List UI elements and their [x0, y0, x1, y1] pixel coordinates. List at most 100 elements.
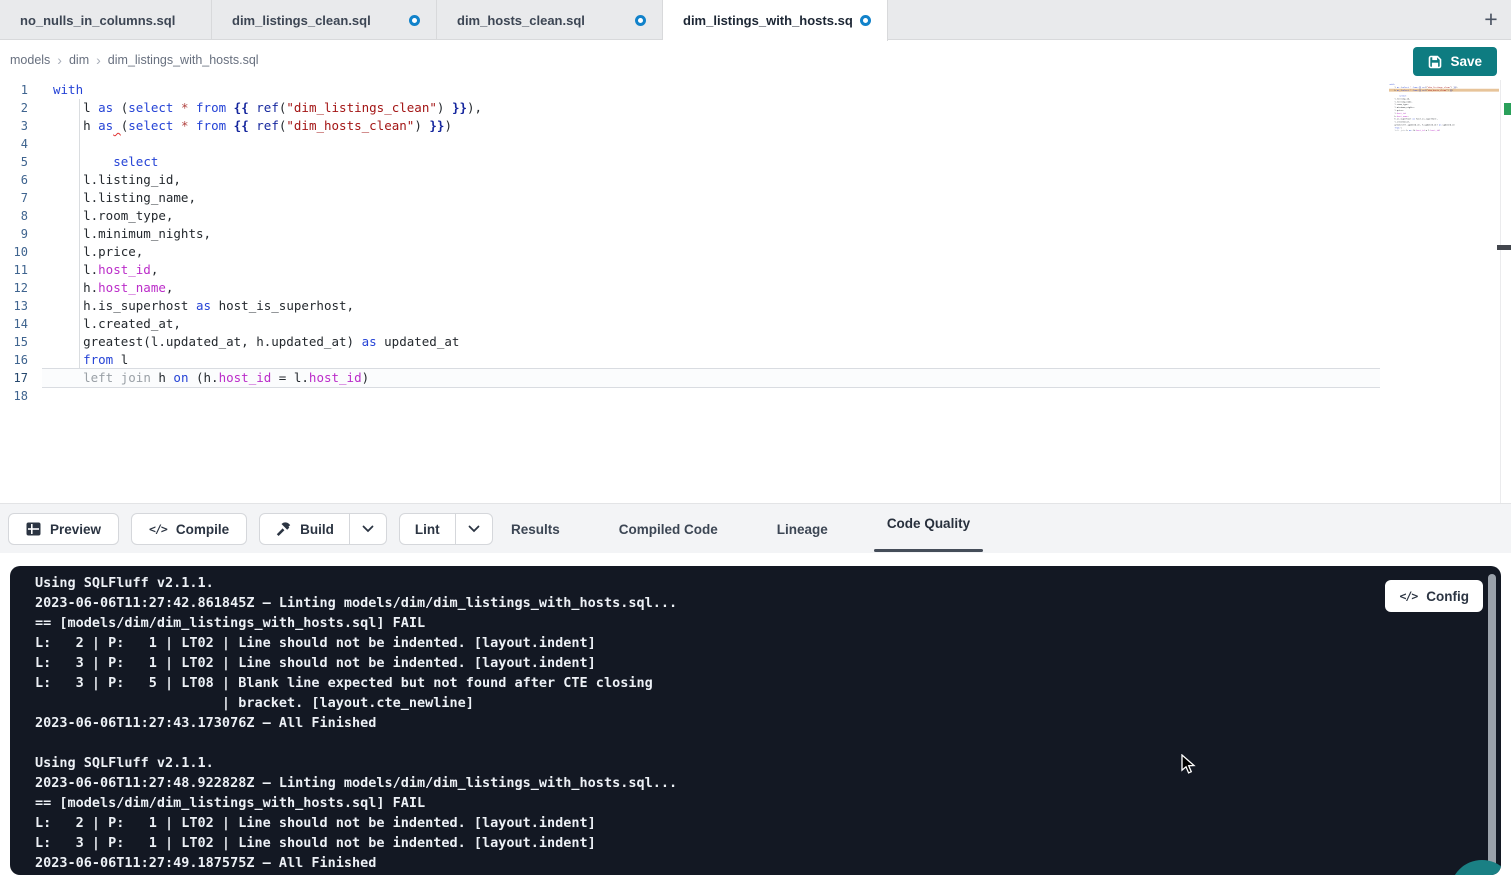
code-line: h.is_superhost as host_is_superhost,: [42, 297, 1380, 315]
breadcrumb-item[interactable]: dim: [69, 53, 89, 67]
code-lines[interactable]: with l as (select * from {{ ref("dim_lis…: [42, 81, 1380, 405]
modified-dot-icon: [409, 15, 420, 26]
breadcrumb-item[interactable]: dim_listings_with_hosts.sql: [108, 53, 259, 67]
scroll-annotation-gutter: [1500, 80, 1511, 503]
code-line: [42, 135, 1380, 153]
minimap[interactable]: with l as (select * from {{ ref("dim_lis…: [1389, 83, 1499, 233]
code-line: h as (select * from {{ ref("dim_hosts_cl…: [42, 117, 1380, 135]
line-number: 1: [0, 81, 28, 99]
save-button[interactable]: Save: [1413, 47, 1497, 76]
chevron-down-icon: [362, 525, 374, 533]
code-line: l.minimum_nights,: [42, 225, 1380, 243]
terminal-line: | bracket. [layout.cte_newline]: [35, 693, 677, 713]
code-line: from l: [42, 351, 1380, 369]
code-line: h.host_name,: [42, 279, 1380, 297]
tab-label: dim_listings_clean.sql: [232, 13, 401, 28]
line-number: 18: [0, 387, 28, 405]
line-number: 11: [0, 261, 28, 279]
line-number: 14: [0, 315, 28, 333]
code-line: [1389, 132, 1499, 135]
result-tabs: Results Compiled Code Lineage Code Quality: [498, 504, 983, 554]
tab-results[interactable]: Results: [498, 504, 573, 554]
line-number: 3: [0, 117, 28, 135]
mouse-cursor: [1181, 754, 1197, 776]
tab-dim_listings_with_hosts.sql[interactable]: dim_listings_with_hosts.sql: [663, 0, 888, 41]
action-buttons: Preview </> Compile Build: [8, 513, 493, 545]
line-number: 16: [0, 351, 28, 369]
preview-grid-icon: [26, 522, 41, 536]
terminal-line: [35, 733, 677, 753]
lint-button-group: Lint: [399, 513, 493, 545]
new-tab-button[interactable]: +: [1475, 0, 1507, 39]
action-bar: Preview </> Compile Build: [0, 503, 1511, 553]
breadcrumb-item[interactable]: models: [10, 53, 50, 67]
code-line: l.host_id,: [42, 261, 1380, 279]
tab-dim_listings_clean.sql[interactable]: dim_listings_clean.sql: [212, 0, 437, 41]
code-icon: </>: [149, 522, 167, 536]
compile-button[interactable]: </> Compile: [131, 513, 247, 545]
terminal-scrollbar[interactable]: [1488, 574, 1496, 867]
code-line: l.listing_name,: [42, 189, 1380, 207]
save-label: Save: [1450, 54, 1482, 69]
line-number: 8: [0, 207, 28, 225]
code-line: with: [42, 81, 1380, 99]
lint-dropdown-button[interactable]: [455, 514, 492, 544]
breadcrumb-separator: ›: [57, 53, 62, 67]
terminal-line: 2023-06-06T11:27:48.922828Z – Linting mo…: [35, 773, 677, 793]
code-line: l.created_at,: [42, 315, 1380, 333]
tab-dim_hosts_clean.sql[interactable]: dim_hosts_clean.sql: [437, 0, 663, 41]
terminal-line: == [models/dim/dim_listings_with_hosts.s…: [35, 613, 677, 633]
compile-label: Compile: [176, 522, 229, 537]
terminal-line: L: 2 | P: 1 | LT02 | Line should not be …: [35, 633, 677, 653]
tab-no_nulls_in_columns.sql[interactable]: no_nulls_in_columns.sql: [0, 0, 212, 41]
lint-button[interactable]: Lint: [400, 514, 455, 544]
terminal-line: L: 3 | P: 1 | LT02 | Line should not be …: [35, 833, 677, 853]
breadcrumb: models › dim › dim_listings_with_hosts.sql: [0, 40, 1511, 80]
chevron-down-icon: [468, 525, 480, 533]
code-line: l as (select * from {{ ref("dim_listings…: [42, 99, 1380, 117]
code-line: select: [42, 153, 1380, 171]
config-button[interactable]: </> Config: [1385, 580, 1483, 612]
line-number: 13: [0, 297, 28, 315]
tabs-container: no_nulls_in_columns.sql dim_listings_clea…: [0, 0, 888, 39]
code-line: left join h on (h.host_id = l.host_id): [42, 369, 1380, 387]
code-line: greatest(l.updated_at, h.updated_at) as …: [42, 333, 1380, 351]
tab-label: dim_listings_with_hosts.sql: [683, 13, 852, 28]
line-number-gutter: 123456789101112131415161718: [0, 81, 28, 405]
terminal-line: Using SQLFluff v2.1.1.: [35, 573, 677, 593]
terminal-line: 2023-06-06T11:27:42.861845Z – Linting mo…: [35, 593, 677, 613]
terminal-output: Using SQLFluff v2.1.1.2023-06-06T11:27:4…: [35, 573, 677, 873]
scrollbar-thumb-marker[interactable]: [1497, 245, 1511, 250]
line-number: 17: [0, 369, 28, 387]
line-number: 4: [0, 135, 28, 153]
file-header-bar: models › dim › dim_listings_with_hosts.sql S…: [0, 40, 1511, 80]
code-icon: </>: [1399, 589, 1417, 603]
plus-icon: +: [1484, 6, 1497, 33]
line-number: 12: [0, 279, 28, 297]
terminal-line: == [models/dim/dim_listings_with_hosts.s…: [35, 793, 677, 813]
terminal-line: 2023-06-06T11:27:43.173076Z – All Finish…: [35, 713, 677, 733]
minimap-content: with l as (select * from {{ ref("dim_lis…: [1389, 83, 1499, 135]
tab-label: no_nulls_in_columns.sql: [20, 13, 195, 28]
terminal-line: L: 3 | P: 5 | LT08 | Blank line expected…: [35, 673, 677, 693]
breadcrumb-separator: ›: [96, 53, 101, 67]
line-number: 15: [0, 333, 28, 351]
editor-tab-bar: no_nulls_in_columns.sql dim_listings_clea…: [0, 0, 1511, 40]
terminal-line: L: 3 | P: 1 | LT02 | Line should not be …: [35, 653, 677, 673]
line-number: 6: [0, 171, 28, 189]
build-button[interactable]: Build: [260, 514, 349, 544]
tab-lineage[interactable]: Lineage: [764, 504, 841, 554]
tab-label: dim_hosts_clean.sql: [457, 13, 627, 28]
code-editor[interactable]: 123456789101112131415161718 with l as (s…: [0, 80, 1511, 503]
terminal-panel: Using SQLFluff v2.1.1.2023-06-06T11:27:4…: [10, 566, 1501, 875]
lint-label: Lint: [415, 522, 440, 537]
help-fab-button[interactable]: [1450, 860, 1501, 875]
preview-button[interactable]: Preview: [8, 513, 119, 545]
build-button-group: Build: [259, 513, 387, 545]
tab-code-quality[interactable]: Code Quality: [874, 504, 983, 554]
line-number: 5: [0, 153, 28, 171]
build-dropdown-button[interactable]: [349, 514, 386, 544]
modified-dot-icon: [860, 15, 871, 26]
tab-label: Results: [511, 522, 560, 537]
tab-compiled-code[interactable]: Compiled Code: [606, 504, 731, 554]
